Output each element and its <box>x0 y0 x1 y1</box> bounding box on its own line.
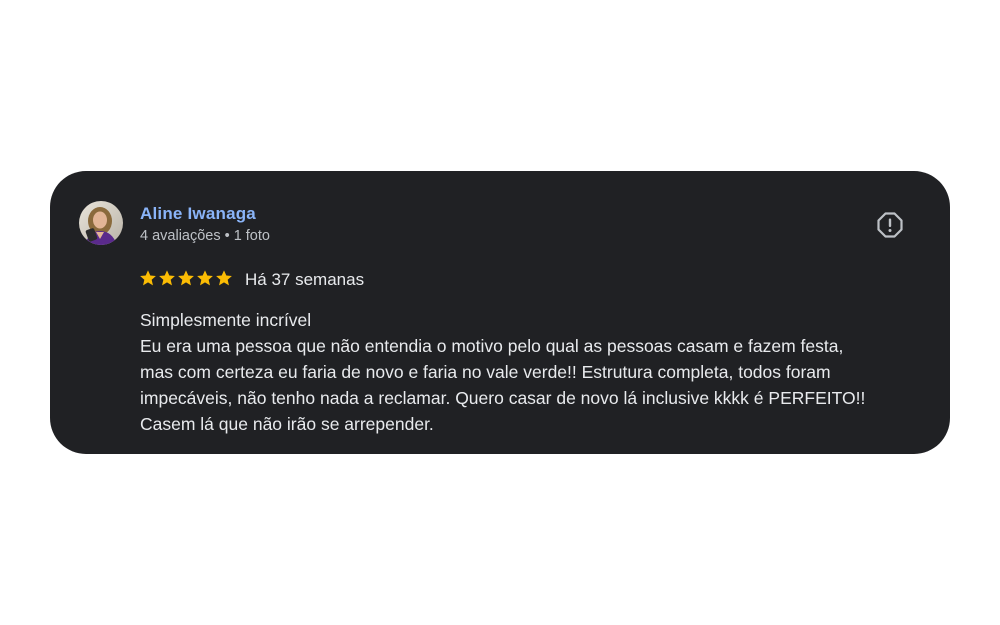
star-icon <box>216 270 232 286</box>
stats-separator: • <box>224 228 230 244</box>
star-icon <box>140 270 156 286</box>
report-icon[interactable] <box>876 211 904 239</box>
review-text-line: Simplesmente incrível <box>140 310 312 330</box>
star-icon <box>178 270 194 286</box>
review-text: Simplesmente incrível Eu era uma pessoa q… <box>140 307 920 437</box>
star-icon <box>159 270 175 286</box>
avatar-photo <box>79 201 123 245</box>
review-card: Aline Iwanaga 4 avaliações • 1 foto Há 37 … <box>50 171 950 454</box>
review-text-line: Eu era uma pessoa que não entendia o mot… <box>140 336 844 356</box>
star-rating <box>139 269 233 287</box>
author-stats: 4 avaliações • 1 foto <box>140 228 270 244</box>
author-avatar[interactable] <box>79 201 123 245</box>
review-date: Há 37 semanas <box>245 270 365 289</box>
review-text-line: mas com certeza eu faria de novo e faria… <box>140 362 831 382</box>
photo-count: 1 foto <box>233 228 270 244</box>
review-text-line: Casem lá que não irão se arrepender. <box>140 414 434 434</box>
review-count: 4 avaliações <box>140 228 221 244</box>
star-icon <box>197 270 213 286</box>
author-name[interactable]: Aline Iwanaga <box>140 204 256 224</box>
review-text-line: impecáveis, não tenho nada a reclamar. Q… <box>140 388 866 408</box>
